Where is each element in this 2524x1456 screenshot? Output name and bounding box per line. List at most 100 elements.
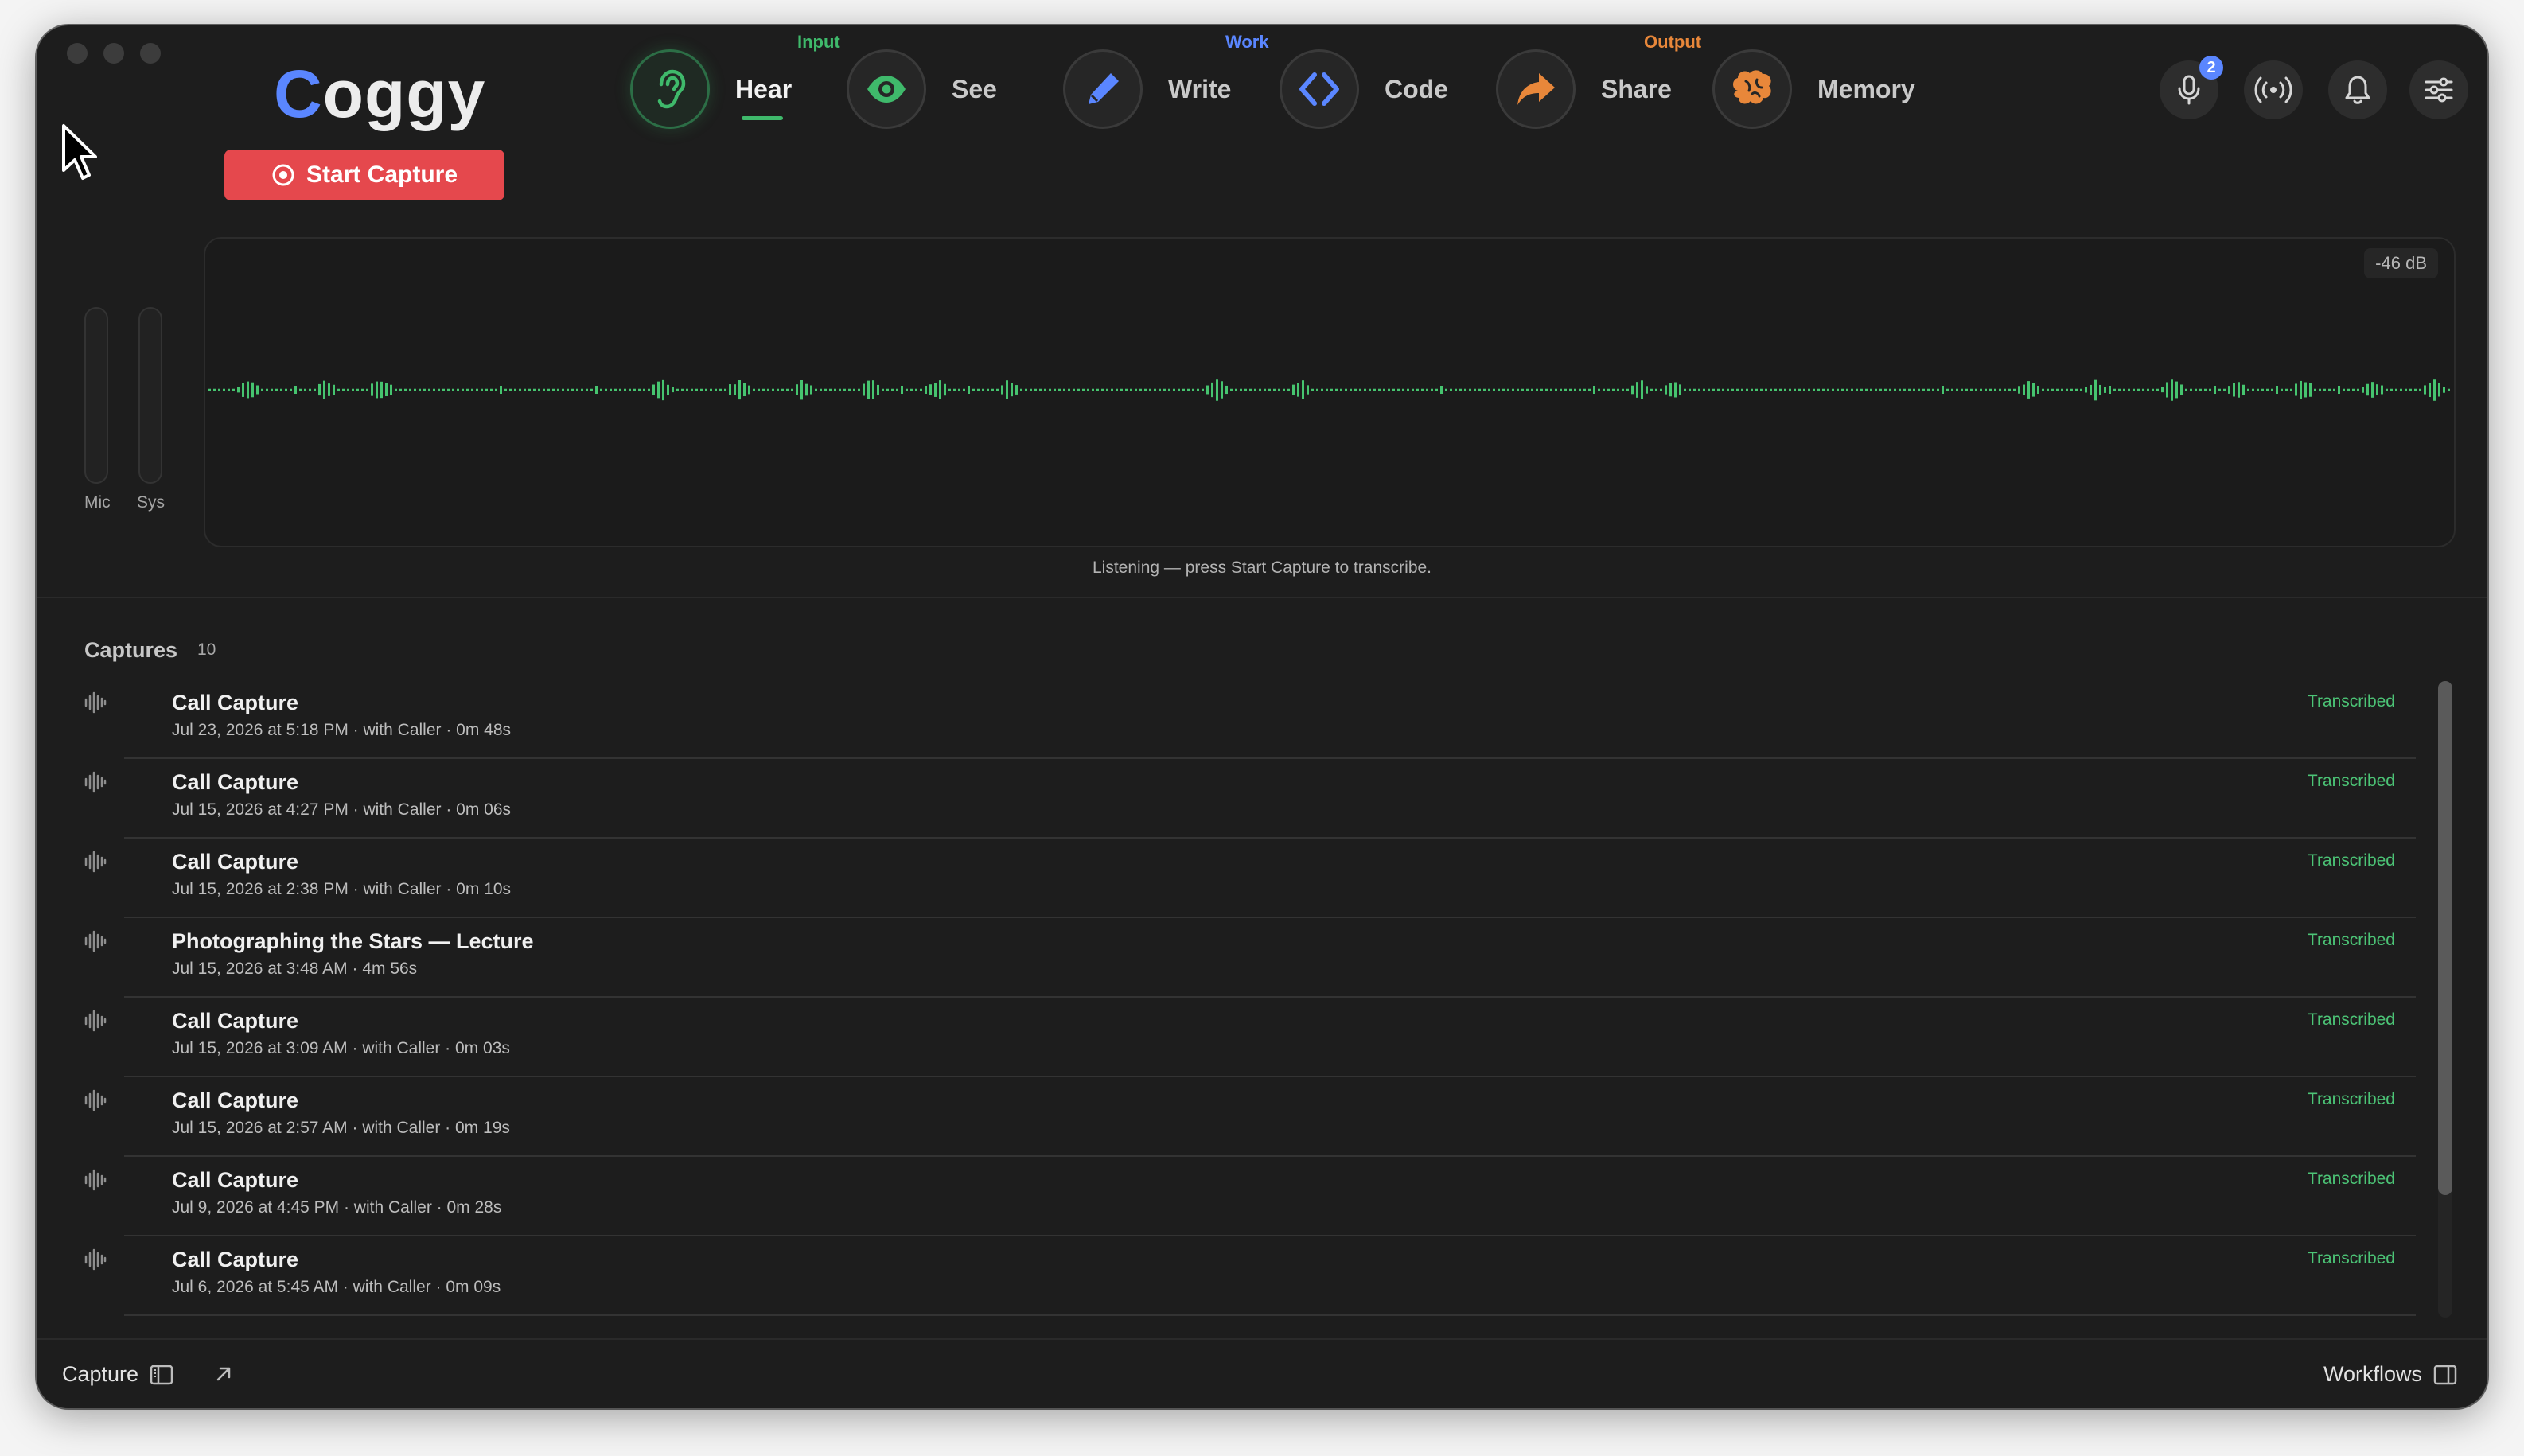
waveform-bar	[1536, 388, 1538, 391]
open-external-arrow-icon[interactable]	[213, 1364, 234, 1384]
capture-list-item[interactable]: Call Capture Jul 15, 2026 at 3:09 AM · wi…	[84, 998, 2416, 1077]
waveform-bar	[2228, 386, 2230, 394]
microphone-button[interactable]: 2	[2160, 56, 2223, 119]
waveform-bar	[2113, 388, 2116, 391]
nav-tab-share[interactable]: Share	[1496, 48, 1672, 130]
waveform-bar	[619, 388, 621, 391]
waveform-bar	[667, 384, 669, 395]
section-divider	[37, 597, 2487, 598]
waveform-bar	[2390, 388, 2393, 391]
app-window: Coggy Start Capture Input Work Output He…	[37, 25, 2487, 1408]
waveform-bar	[1751, 388, 1753, 391]
capture-list-item[interactable]: Call Capture Jul 23, 2026 at 5:18 PM · wi…	[84, 679, 2416, 759]
nav-tab-see[interactable]: See	[847, 48, 997, 130]
notifications-button[interactable]	[2328, 60, 2387, 119]
waveform-bar	[1889, 388, 1891, 391]
waveform-bar	[610, 388, 612, 391]
waveform-bar	[328, 383, 330, 396]
waveform-bar	[2343, 388, 2345, 391]
waveform-bar	[1135, 388, 1137, 391]
capture-list-item[interactable]: Call Capture Jul 15, 2026 at 2:57 AM · wi…	[84, 1077, 2416, 1157]
waveform-bar	[1297, 383, 1299, 397]
waveform-bar	[1369, 388, 1371, 391]
waveform-bar	[1178, 388, 1180, 391]
waveform-bar	[404, 388, 407, 391]
waveform-bar	[1392, 388, 1395, 391]
waveform-bar	[1679, 384, 1681, 395]
waveform-bar	[1459, 388, 1462, 391]
waveform-bar	[1746, 388, 1748, 391]
nav-tab-memory[interactable]: Memory	[1712, 48, 1915, 130]
waveform-bar	[2266, 388, 2269, 391]
capture-list-item[interactable]: Call Capture Jul 6, 2026 at 5:45 AM · wit…	[84, 1236, 2416, 1316]
nav-tab-write[interactable]: Write	[1063, 48, 1231, 130]
waveform-bar	[2214, 386, 2216, 394]
waveform-bar	[624, 388, 626, 391]
waveform-bar	[2233, 383, 2235, 397]
waveform-bar	[1044, 388, 1046, 391]
waveform-bar	[1111, 388, 1113, 391]
nav-tab-hear[interactable]: Hear	[630, 48, 792, 130]
see-icon-circle	[847, 49, 926, 129]
waveform-bar	[237, 387, 240, 393]
captures-list: Call Capture Jul 23, 2026 at 5:18 PM · wi…	[84, 679, 2416, 1316]
start-capture-button[interactable]: Start Capture	[224, 150, 504, 200]
waveform-bar	[781, 388, 784, 391]
waveform-bar	[2032, 383, 2035, 397]
waveform-bar	[1574, 388, 1576, 391]
waveform-bar	[982, 388, 984, 391]
waveform-bar	[2199, 388, 2202, 391]
waveform-bar	[314, 388, 316, 391]
capture-list-item[interactable]: Call Capture Jul 15, 2026 at 2:38 PM · wi…	[84, 839, 2416, 918]
settings-button[interactable]	[2409, 60, 2468, 119]
waveform-bar	[1402, 388, 1404, 391]
waveform-bar	[2247, 388, 2249, 391]
share-arrow-icon	[1517, 73, 1555, 105]
waveform-bar	[1082, 388, 1085, 391]
waveform-bar	[2090, 384, 2092, 395]
waveform-bar	[2409, 388, 2412, 391]
waveform-bar	[228, 388, 230, 391]
row-separator	[124, 1314, 2416, 1316]
capture-meta: Jul 6, 2026 at 5:45 AM · with Caller · 0…	[172, 1278, 501, 1296]
waveform-bar	[2323, 388, 2326, 391]
waveform-bar	[824, 388, 827, 391]
waveform-bar	[2328, 388, 2331, 391]
waveform-bar	[2190, 388, 2192, 391]
waveform-bar	[371, 383, 373, 396]
capture-list-item[interactable]: Call Capture Jul 9, 2026 at 4:45 PM · wit…	[84, 1157, 2416, 1236]
waveform-bar	[2223, 388, 2226, 391]
waveform-bar	[1407, 388, 1409, 391]
minimize-window-button[interactable]	[103, 43, 124, 64]
waveform-bar	[996, 388, 999, 391]
waveform-bar	[2314, 388, 2316, 391]
waveform-bar	[2290, 388, 2292, 391]
workflows-panel-toggle[interactable]: Workflows	[2323, 1362, 2457, 1387]
capture-panel-toggle[interactable]: Capture	[62, 1362, 173, 1387]
sidebar-right-icon	[2433, 1365, 2457, 1384]
waveform-bar	[2080, 388, 2082, 391]
waveform-bar	[638, 388, 641, 391]
waveform-bar	[1187, 388, 1190, 391]
waveform-bar	[323, 380, 325, 399]
waveform-bar	[1435, 388, 1438, 391]
waveform-bar	[1684, 388, 1686, 391]
captures-scrollbar[interactable]	[2438, 681, 2452, 1318]
zoom-window-button[interactable]	[140, 43, 161, 64]
waveform-bar	[1961, 388, 1963, 391]
waveform-bar	[251, 382, 254, 398]
waveform-bar	[1708, 388, 1710, 391]
waveform-bar	[333, 384, 335, 395]
capture-list-item[interactable]: Call Capture Jul 15, 2026 at 4:27 PM · wi…	[84, 759, 2416, 839]
waveform-bar	[991, 388, 994, 391]
waveform-bar	[2004, 388, 2006, 391]
waveform-bar	[2099, 384, 2101, 395]
waveform-bar	[1244, 388, 1247, 391]
scrollbar-thumb[interactable]	[2438, 681, 2452, 1195]
nav-tab-code[interactable]: Code	[1280, 48, 1448, 130]
close-window-button[interactable]	[67, 43, 88, 64]
broadcast-button[interactable]	[2244, 60, 2303, 119]
capture-list-item[interactable]: Photographing the Stars — Lecture Jul 15,…	[84, 918, 2416, 998]
waveform-bar	[519, 388, 521, 391]
waveform-bar	[442, 388, 445, 391]
